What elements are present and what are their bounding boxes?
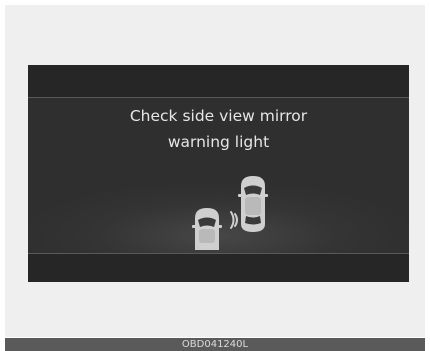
rear-car-icon [192,208,222,250]
warning-message-line-2: warning light [167,133,270,151]
figure-caption-bar: OBD041240L [5,338,425,351]
warning-message-line-1: Check side view mirror [129,107,308,125]
front-car-icon [238,176,268,232]
cluster-display: Check side view mirror warning light [28,65,409,282]
display-bottom-bar [28,254,409,282]
display-top-bar [28,65,409,97]
warning-message: Check side view mirror warning light [28,103,409,155]
figure-code: OBD041240L [181,339,249,350]
blind-spot-warning-cars-icon [192,176,268,250]
warning-signal-icon [230,211,238,229]
